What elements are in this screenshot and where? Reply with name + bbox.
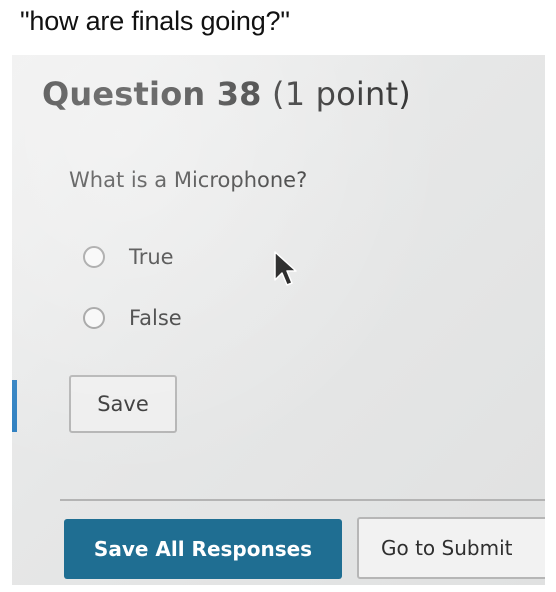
- radio-unchecked-icon[interactable]: [83, 307, 105, 329]
- save-button[interactable]: Save: [69, 375, 177, 433]
- radio-unchecked-icon[interactable]: [83, 246, 105, 268]
- left-accent-bar: [12, 380, 17, 432]
- question-prompt: What is a Microphone?: [69, 168, 308, 192]
- answer-option-false[interactable]: False: [83, 306, 182, 330]
- question-title: Question 38 (1 point): [42, 75, 411, 113]
- quiz-screen-photo: Question 38 (1 point) What is a Micropho…: [12, 55, 545, 585]
- question-points: (1 point): [272, 75, 411, 113]
- footer-divider: [60, 499, 545, 501]
- answer-option-true[interactable]: True: [83, 245, 174, 269]
- mouse-pointer-icon: [274, 251, 297, 286]
- answer-option-label: False: [129, 306, 182, 330]
- question-number: Question 38: [42, 75, 262, 113]
- save-all-responses-button[interactable]: Save All Responses: [64, 519, 342, 579]
- answer-option-label: True: [129, 245, 174, 269]
- go-to-submit-button[interactable]: Go to Submit: [357, 517, 545, 579]
- meme-caption: "how are finals going?": [20, 6, 290, 36]
